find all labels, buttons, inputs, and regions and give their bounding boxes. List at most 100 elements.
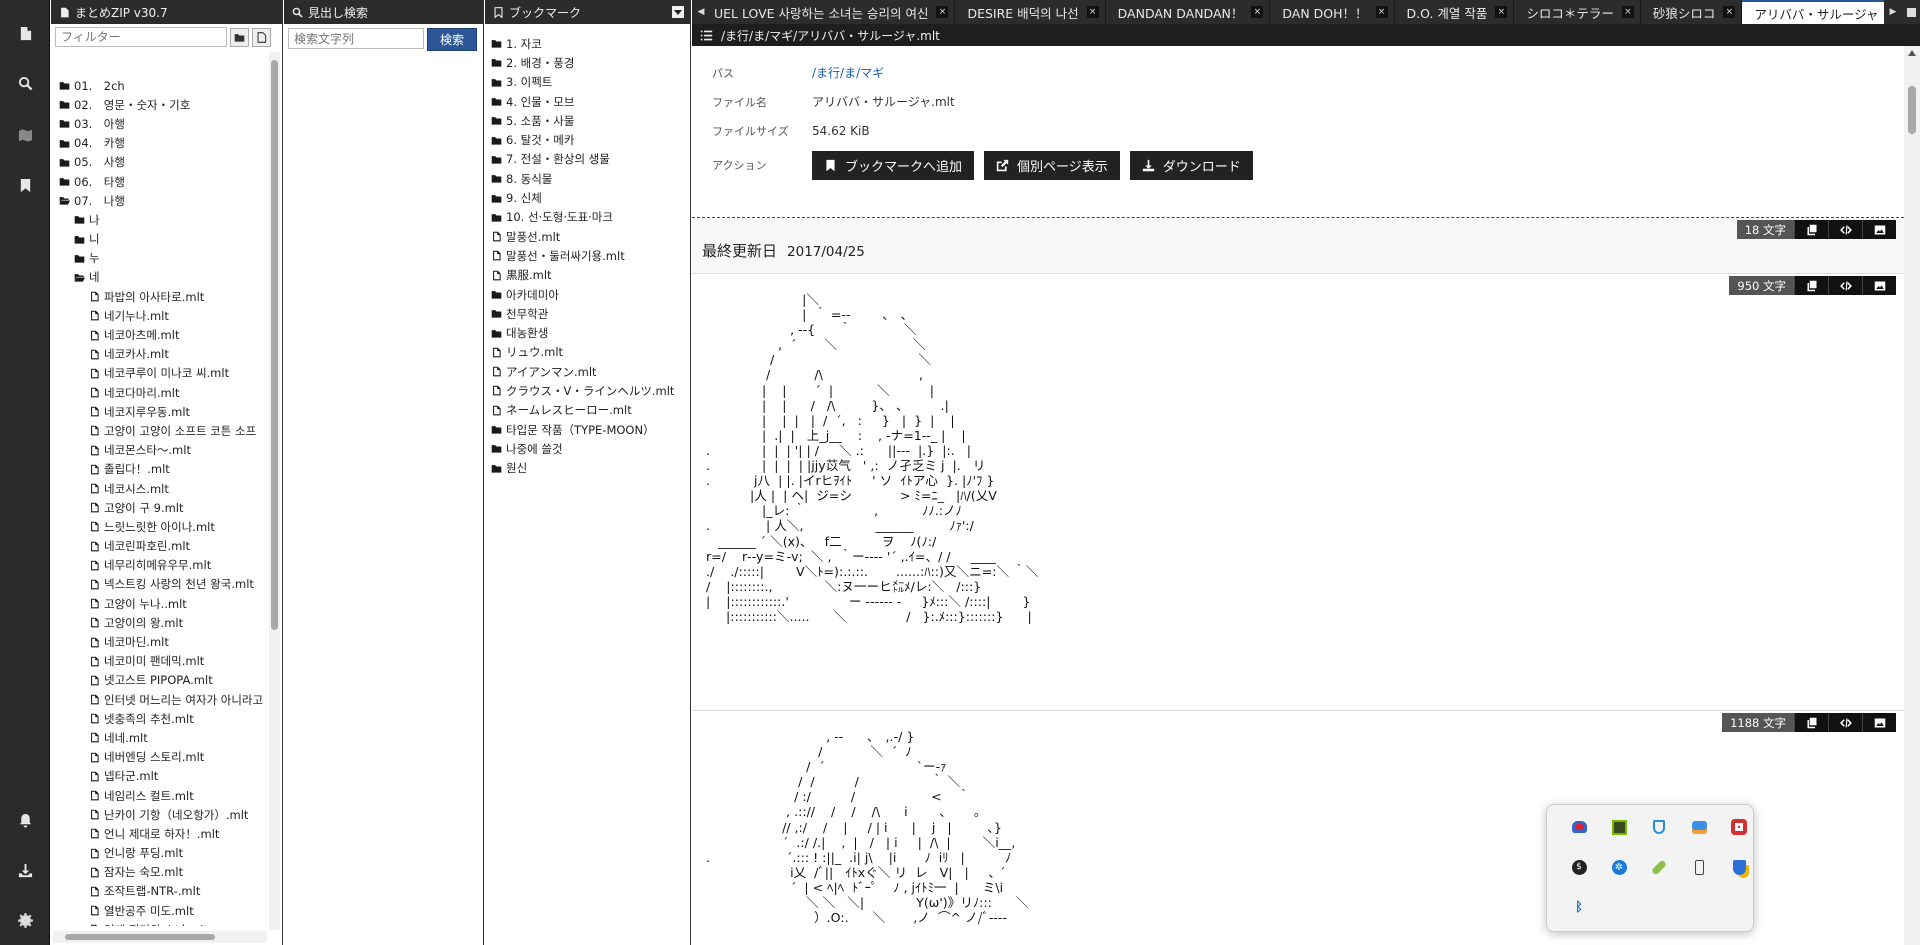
tree-file-item[interactable]: 네코시스.mlt xyxy=(51,479,269,498)
code-button[interactable] xyxy=(1828,713,1862,732)
tree-file-item[interactable]: 난카이 기항（네오항가）.mlt xyxy=(51,805,269,824)
bookmark-file-item[interactable]: 말풍선.mlt xyxy=(491,227,690,246)
tab-scroll-right-button[interactable]: ▶ xyxy=(1884,0,1902,24)
tab-close-icon[interactable]: × xyxy=(1495,6,1508,18)
tab-close-icon[interactable]: × xyxy=(936,6,949,18)
windows-security-icon[interactable] xyxy=(1689,817,1709,837)
tree-horizontal-scrollbar[interactable] xyxy=(53,931,267,943)
tree-file-item[interactable]: 네코마딘.mlt xyxy=(51,632,269,651)
bookmark-folder-item[interactable]: 7. 전설・환상의 생물 xyxy=(491,150,690,169)
tree-folder-item[interactable]: 07. 나행 xyxy=(51,191,269,210)
tree-folder-item[interactable]: 03. 아행 xyxy=(51,114,269,133)
bookmark-file-item[interactable]: ネームレスヒーロー.mlt xyxy=(491,401,690,420)
main-vertical-scrollbar[interactable] xyxy=(1904,46,1920,945)
bookmark-file-item[interactable]: アイアンマン.mlt xyxy=(491,362,690,381)
bookmark-folder-item[interactable]: 아카데미아 xyxy=(491,285,690,304)
scroll-thumb[interactable] xyxy=(1908,86,1916,134)
tree-file-item[interactable]: 졸립다！.mlt xyxy=(51,460,269,479)
tab-scroll-left-button[interactable]: ◀ xyxy=(692,0,710,24)
tree-file-item[interactable]: 네코린파호린.mlt xyxy=(51,537,269,556)
tree-file-item[interactable]: 넥스트킹 사랑의 천년 왕국.mlt xyxy=(51,575,269,594)
tree-file-item[interactable]: 네코지루우동.mlt xyxy=(51,402,269,421)
tree-file-item[interactable]: 네네.mlt xyxy=(51,728,269,747)
tree-folder-item[interactable]: 04. 카행 xyxy=(51,134,269,153)
bookmark-folder-item[interactable]: 대농환생 xyxy=(491,323,690,342)
tree-folder-item[interactable]: 06. 타행 xyxy=(51,172,269,191)
pill-app-icon[interactable] xyxy=(1649,857,1669,877)
dollar-app-icon[interactable]: $ xyxy=(1569,857,1589,877)
search-button[interactable]: 検索 xyxy=(427,28,477,51)
caret-down-icon[interactable] xyxy=(672,6,684,18)
copy-button[interactable] xyxy=(1794,276,1828,295)
tab-item[interactable]: DAN DOH！！ × xyxy=(1270,0,1395,24)
image-button[interactable] xyxy=(1862,220,1896,239)
snowflake-app-icon[interactable]: ✲ xyxy=(1609,857,1629,877)
tree-file-item[interactable]: 조작트랩-NTR-.mlt xyxy=(51,882,269,901)
tab-close-icon[interactable]: × xyxy=(1723,6,1736,18)
bookmark-file-item[interactable]: 말풍선・둘러싸기용.mlt xyxy=(491,246,690,265)
tree-folder-item[interactable]: 05. 사행 xyxy=(51,153,269,172)
tree-folder-item[interactable]: 나 xyxy=(51,210,269,229)
red-app-icon[interactable] xyxy=(1729,817,1749,837)
tab-close-icon[interactable]: × xyxy=(1621,6,1634,18)
tree-file-item[interactable]: 언니 제대로 하자！.mlt xyxy=(51,824,269,843)
bookmark-folder-item[interactable]: 8. 동식물 xyxy=(491,169,690,188)
bookmark-folder-item[interactable]: 4. 인물・모브 xyxy=(491,92,690,111)
tree-file-item[interactable]: 네버엔딩 스토리.mlt xyxy=(51,748,269,767)
tree-file-item[interactable]: 고양이 고양이 소프트 코튼 소프 xyxy=(51,421,269,440)
search-icon[interactable] xyxy=(0,58,50,108)
image-button[interactable] xyxy=(1862,713,1896,732)
search-input[interactable] xyxy=(288,28,424,49)
bell-icon[interactable] xyxy=(0,795,50,845)
tree-file-item[interactable]: 고양이 구 9.mlt xyxy=(51,498,269,517)
bookmark-folder-item[interactable]: 6. 탈것・메카 xyxy=(491,130,690,149)
defender-icon[interactable] xyxy=(1649,817,1669,837)
tree-file-item[interactable]: 인터넷 머느리는 여자가 아니라고 xyxy=(51,690,269,709)
tree-file-item[interactable]: 넵타군.mlt xyxy=(51,767,269,786)
bookmark-folder-item[interactable]: 5. 소품・사물 xyxy=(491,111,690,130)
bookmark-file-item[interactable]: 黒服.mlt xyxy=(491,266,690,285)
code-button[interactable] xyxy=(1828,220,1862,239)
path-link[interactable]: /ま行/ま/マギ xyxy=(812,64,884,81)
code-button[interactable] xyxy=(1828,276,1862,295)
tab-item[interactable]: D.O. 계열 작품 × xyxy=(1395,0,1515,24)
bookmark-file-item[interactable]: クラウス・V・ラインヘルツ.mlt xyxy=(491,381,690,400)
tree-file-item[interactable]: 잠자는 숙모.mlt xyxy=(51,863,269,882)
tree-file-item[interactable]: 고양이의 왕.mlt xyxy=(51,613,269,632)
tree-vertical-scrollbar[interactable] xyxy=(269,52,280,930)
tree-file-item[interactable]: 언니랑 푸딩.mlt xyxy=(51,844,269,863)
tree-folder-item[interactable]: 02. 영문・숫자・기호 xyxy=(51,95,269,114)
bookmark-icon[interactable] xyxy=(0,160,50,210)
scroll-up-arrow[interactable] xyxy=(1908,50,1916,56)
tab-close-icon[interactable]: × xyxy=(1086,6,1099,18)
list-icon[interactable] xyxy=(700,29,713,42)
tree-file-item[interactable]: 염대 적기의 소녀.mlt xyxy=(51,920,269,926)
tree-file-item[interactable]: 네코몬스타～.mlt xyxy=(51,441,269,460)
tree-file-item[interactable]: 네코다마리.mlt xyxy=(51,383,269,402)
gear-icon[interactable] xyxy=(0,895,50,945)
tab-item[interactable]: シロコ＊テラー × xyxy=(1514,0,1641,24)
tree-file-item[interactable]: 넷고스트 PIPOPA.mlt xyxy=(51,671,269,690)
add-bookmark-button[interactable]: ブックマークへ追加 xyxy=(812,150,975,180)
tree-file-item[interactable]: 네코카사.mlt xyxy=(51,345,269,364)
tree-file-item[interactable]: 네기누나.mlt xyxy=(51,306,269,325)
tab-item[interactable]: 砂狼シロコ × xyxy=(1641,0,1743,24)
tree-file-item[interactable]: 네코미미 팬데믹.mlt xyxy=(51,652,269,671)
tree-file-item[interactable]: 열반공주 미도.mlt xyxy=(51,901,269,920)
tab-item[interactable]: DESIRE 배덕의 나선 × xyxy=(955,0,1106,24)
tree-folder-item[interactable]: 네 xyxy=(51,268,269,287)
map-icon[interactable] xyxy=(0,110,50,160)
bookmark-folder-item[interactable]: 9. 신체 xyxy=(491,188,690,207)
copy-button[interactable] xyxy=(1794,713,1828,732)
tab-item[interactable]: DANDAN DANDAN！ × xyxy=(1106,0,1271,24)
bookmark-folder-item[interactable]: 3. 이펙트 xyxy=(491,73,690,92)
folder-filter-button[interactable] xyxy=(230,27,249,47)
scroll-thumb[interactable] xyxy=(271,60,278,630)
tree-file-item[interactable]: 네코쿠루이 미나코 씨.mlt xyxy=(51,364,269,383)
tree-file-item[interactable]: 넷충족의 추천.mlt xyxy=(51,709,269,728)
bookmark-folder-item[interactable]: 나중에 쓸것 xyxy=(491,439,690,458)
tab-item[interactable]: UEL LOVE 사랑하는 소녀는 승리의 여신 × xyxy=(710,0,956,24)
tree-file-item[interactable]: 고양이 누나..mlt xyxy=(51,594,269,613)
tab-menu-button[interactable] xyxy=(1902,0,1920,24)
nvidia-icon[interactable] xyxy=(1609,817,1629,837)
